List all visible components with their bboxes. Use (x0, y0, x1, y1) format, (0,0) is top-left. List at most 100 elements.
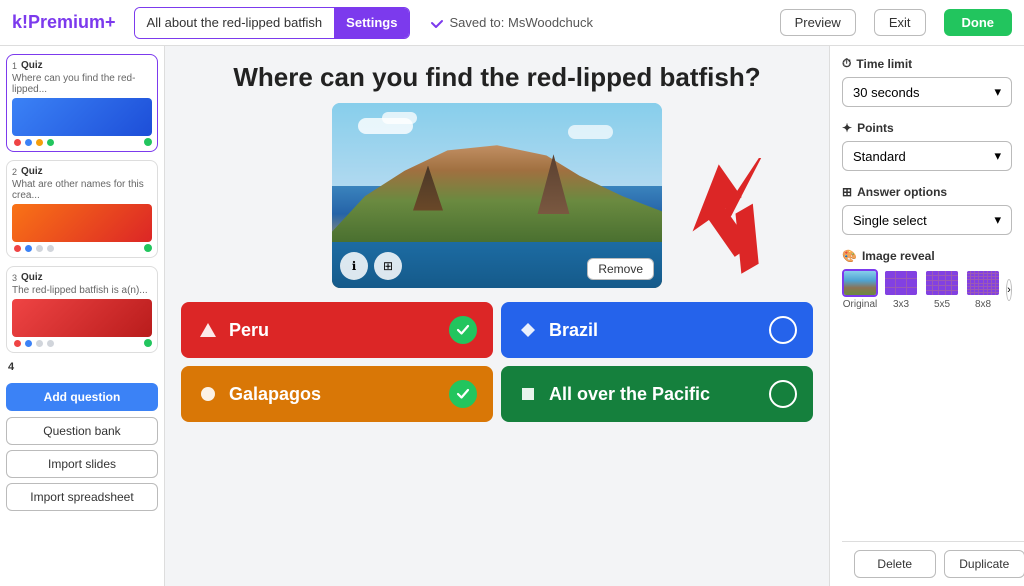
image-overlay-btns: ℹ ⊞ (340, 252, 402, 280)
header: k!Premium+ All about the red-lipped batf… (0, 0, 1024, 46)
sidebar-dots-3 (12, 340, 152, 347)
settings-button[interactable]: Settings (334, 8, 409, 38)
square-shape-icon (517, 383, 539, 405)
sidebar-dots-1 (12, 139, 152, 146)
answer-option-brazil[interactable]: Brazil (501, 302, 813, 358)
answer-options-value: Single select (853, 213, 927, 228)
remove-image-button[interactable]: Remove (587, 258, 654, 280)
answer-check-pacific (769, 380, 797, 408)
ir-8x8-label: 8x8 (975, 299, 991, 310)
sidebar-type-3: Quiz (21, 272, 43, 283)
image-reveal-options: Original 3x3 (842, 269, 1012, 310)
done-button[interactable]: Done (944, 9, 1013, 36)
answer-text-brazil: Brazil (549, 320, 598, 341)
sidebar-item-2[interactable]: 2 Quiz What are other names for this cre… (6, 160, 158, 258)
chevron-down-icon: ▾ (994, 148, 1001, 164)
time-limit-section: ⏱ Time limit 30 seconds ▾ (842, 56, 1012, 107)
question-bank-button[interactable]: Question bank (6, 417, 158, 445)
sidebar-status-2 (144, 244, 152, 252)
sidebar-thumb-3 (12, 299, 152, 337)
ir-5x5[interactable]: 5x5 (924, 269, 960, 310)
import-spreadsheet-button[interactable]: Import spreadsheet (6, 483, 158, 511)
answer-options-section: ⊞ Answer options Single select ▾ (842, 185, 1012, 235)
image-edit-button[interactable]: ⊞ (374, 252, 402, 280)
answer-check-peru (449, 316, 477, 344)
time-limit-select[interactable]: 30 seconds ▾ (842, 77, 1012, 107)
sidebar: 1 Quiz Where can you find the red-lipped… (0, 46, 165, 586)
ir-3x3[interactable]: 3x3 (883, 269, 919, 310)
sidebar-item-1[interactable]: 1 Quiz Where can you find the red-lipped… (6, 54, 158, 152)
answer-option-peru[interactable]: Peru (181, 302, 493, 358)
sidebar-item-3[interactable]: 3 Quiz The red-lipped batfish is a(n)... (6, 266, 158, 353)
answer-text-galapagos: Galapagos (229, 384, 321, 405)
sidebar-thumb-1 (12, 98, 152, 136)
answer-option-galapagos[interactable]: Galapagos (181, 366, 493, 422)
triangle-shape-icon (197, 319, 219, 341)
right-panel: ⏱ Time limit 30 seconds ▾ ✦ Points Stand… (829, 46, 1024, 586)
points-section: ✦ Points Standard ▾ (842, 121, 1012, 171)
answer-option-pacific[interactable]: All over the Pacific (501, 366, 813, 422)
ir-3x3-thumb (883, 269, 919, 297)
duplicate-button[interactable]: Duplicate (944, 550, 1024, 578)
image-info-button[interactable]: ℹ (340, 252, 368, 280)
image-reveal-section: 🎨 Image reveal Original (842, 249, 1012, 310)
sidebar-num-2: 2 (12, 167, 17, 177)
sidebar-type-1: Quiz (21, 60, 43, 71)
checkmark-icon (430, 16, 444, 30)
sidebar-text-1: Where can you find the red-lipped... (12, 73, 152, 95)
exit-button[interactable]: Exit (874, 9, 926, 36)
chevron-down-icon: ▾ (994, 84, 1001, 100)
time-limit-title: ⏱ Time limit (842, 56, 1012, 71)
answer-text-pacific: All over the Pacific (549, 384, 710, 405)
sidebar-num-1: 1 (12, 61, 17, 71)
panel-footer: Delete Duplicate (842, 541, 1024, 586)
ir-8x8[interactable]: 8x8 (965, 269, 1001, 310)
saved-indicator: Saved to: MsWoodchuck (430, 15, 593, 30)
answer-check-brazil (769, 316, 797, 344)
points-title: ✦ Points (842, 121, 1012, 135)
preview-button[interactable]: Preview (780, 9, 856, 36)
sidebar-type-2: Quiz (21, 166, 43, 177)
main-layout: 1 Quiz Where can you find the red-lipped… (0, 46, 1024, 586)
ir-original-thumb (842, 269, 878, 297)
delete-button[interactable]: Delete (854, 550, 936, 578)
title-bar-text: All about the red-lipped batfish (135, 8, 335, 38)
circle-shape-icon (197, 383, 219, 405)
content-area: Where can you find the red-lipped batfis… (165, 46, 829, 586)
ir-next-button[interactable]: › (1006, 279, 1012, 301)
points-select[interactable]: Standard ▾ (842, 141, 1012, 171)
sidebar-text-2: What are other names for this crea... (12, 179, 152, 201)
answer-options-title: ⊞ Answer options (842, 185, 1012, 199)
answers-grid: Peru Brazil (181, 302, 813, 422)
answer-options-select[interactable]: Single select ▾ (842, 205, 1012, 235)
red-arrow (673, 158, 803, 283)
ir-original[interactable]: Original (842, 269, 878, 310)
sidebar-text-3: The red-lipped batfish is a(n)... (12, 285, 152, 296)
grid-icon: ⊞ (842, 185, 852, 199)
import-slides-button[interactable]: Import slides (6, 450, 158, 478)
sidebar-status-1 (144, 138, 152, 146)
question-image: ℹ ⊞ Remove (332, 103, 662, 288)
ir-3x3-label: 3x3 (893, 299, 909, 310)
answer-text-peru: Peru (229, 320, 269, 341)
time-limit-value: 30 seconds (853, 85, 920, 100)
ir-original-label: Original (843, 299, 877, 310)
question-text: Where can you find the red-lipped batfis… (181, 62, 813, 93)
ir-8x8-thumb (965, 269, 1001, 297)
sidebar-num-3: 3 (12, 273, 17, 283)
sidebar-item-4-label: 4 (8, 361, 156, 373)
title-bar[interactable]: All about the red-lipped batfish Setting… (134, 7, 411, 39)
ir-5x5-thumb (924, 269, 960, 297)
clock-icon: ⏱ (842, 56, 851, 71)
add-question-button[interactable]: Add question (6, 383, 158, 411)
diamond-shape-icon (517, 319, 539, 341)
image-reveal-title: 🎨 Image reveal (842, 249, 1012, 263)
answer-check-galapagos (449, 380, 477, 408)
star-icon: ✦ (842, 121, 852, 135)
points-value: Standard (853, 149, 906, 164)
ir-5x5-label: 5x5 (934, 299, 950, 310)
logo: k!Premium+ (12, 12, 116, 33)
image-container: ℹ ⊞ Remove (181, 103, 813, 288)
sidebar-thumb-2 (12, 204, 152, 242)
sidebar-dots-2 (12, 245, 152, 252)
